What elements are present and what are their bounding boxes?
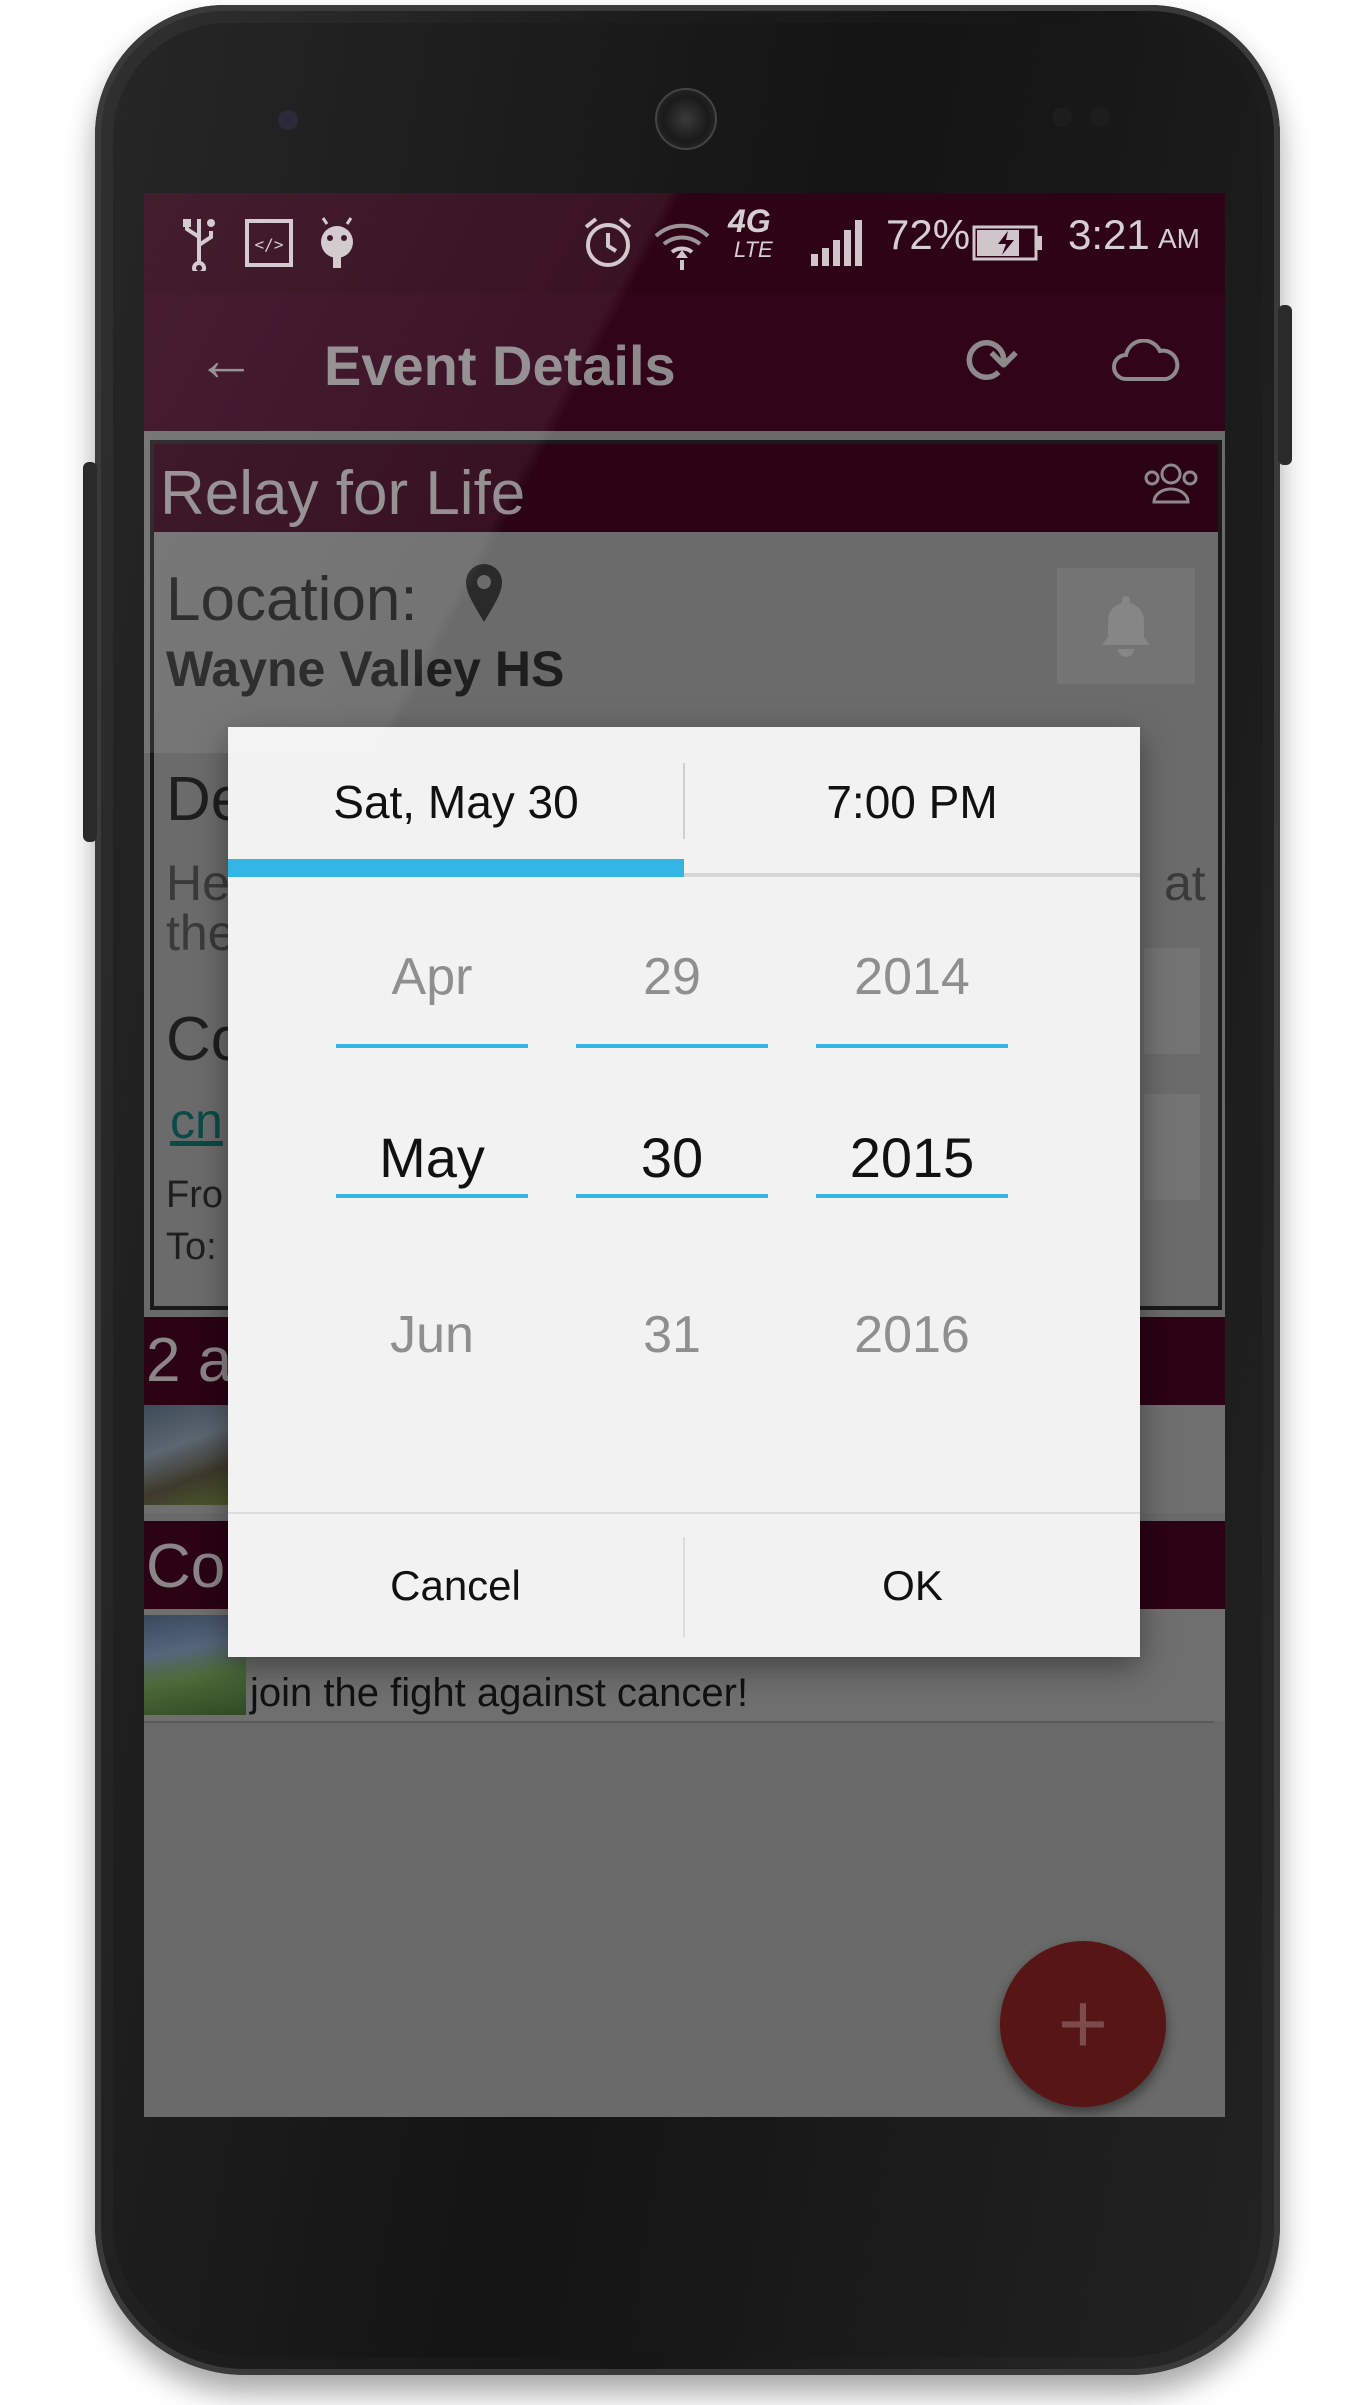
month-selection-bottom [336, 1194, 528, 1198]
cloud-icon[interactable] [1110, 338, 1182, 388]
attendee-photo [144, 1405, 228, 1505]
day-current[interactable]: 30 [576, 1125, 768, 1190]
event-name: Relay for Life [160, 459, 526, 528]
attendees-title: 2 a [146, 1326, 233, 1395]
year-current[interactable]: 2015 [816, 1125, 1008, 1190]
year-prev[interactable]: 2014 [816, 947, 1008, 1007]
month-current[interactable]: May [336, 1125, 528, 1190]
android-debug-icon [312, 213, 362, 273]
wifi-icon [652, 213, 712, 273]
comment-text: join the fight against cancer! [250, 1671, 749, 1715]
clock: 3:21 [1068, 211, 1150, 258]
cancel-button[interactable]: Cancel [228, 1514, 683, 1657]
network-subtype: LTE [734, 237, 773, 262]
card-action-button-2[interactable] [1144, 1094, 1200, 1200]
day-picker[interactable]: 29 30 31 [576, 907, 768, 1407]
clock-ampm: AM [1158, 223, 1200, 254]
location-pin-icon[interactable] [464, 562, 504, 629]
refresh-icon[interactable]: ⟳ [964, 323, 1019, 400]
back-arrow-icon[interactable]: ← [196, 325, 256, 394]
day-selection-top [576, 1044, 768, 1048]
month-selection-top [336, 1044, 528, 1048]
screen: </> 4G LTE 72% 3:21 AM ← Event Details ⟳ [144, 193, 1225, 2117]
usb-icon [174, 213, 224, 273]
day-prev[interactable]: 29 [576, 947, 768, 1007]
location-value: Wayne Valley HS [166, 641, 565, 697]
volume-button [83, 462, 97, 842]
ok-button[interactable]: OK [685, 1514, 1140, 1657]
battery-charging-icon [970, 213, 1046, 273]
front-camera [278, 110, 298, 130]
add-fab-button[interactable]: + [1000, 1941, 1166, 2107]
network-type: 4G [728, 203, 771, 239]
comment-divider [144, 1721, 1214, 1723]
day-selection-bottom [576, 1194, 768, 1198]
svg-text:</>: </> [255, 235, 284, 254]
notification-button[interactable] [1057, 568, 1195, 684]
light-sensor [1090, 107, 1110, 127]
to-label: To: [166, 1226, 217, 1268]
year-picker[interactable]: 2014 2015 2016 [816, 907, 1008, 1407]
day-next[interactable]: 31 [576, 1305, 768, 1365]
time-tab[interactable]: 7:00 PM [684, 727, 1140, 877]
month-prev[interactable]: Apr [336, 947, 528, 1007]
contact-link[interactable]: cn [170, 1092, 223, 1150]
description-text-end: at [1164, 855, 1206, 911]
date-tab[interactable]: Sat, May 30 [228, 727, 684, 877]
group-icon[interactable] [1142, 462, 1200, 509]
event-header: Relay for Life [154, 444, 1218, 532]
earpiece-speaker [655, 88, 717, 150]
month-picker[interactable]: Apr May Jun [336, 907, 528, 1407]
comments-title: Co [146, 1532, 226, 1601]
card-action-button-1[interactable] [1144, 948, 1200, 1054]
developer-mode-icon: </> [244, 213, 294, 273]
signal-icon [808, 213, 868, 273]
location-label: Location: [166, 565, 418, 634]
year-next[interactable]: 2016 [816, 1305, 1008, 1365]
bell-icon [1102, 596, 1150, 657]
description-text-line2: the [166, 905, 236, 961]
from-label: Fro [166, 1174, 223, 1216]
year-selection-top [816, 1044, 1008, 1048]
year-selection-bottom [816, 1194, 1008, 1198]
app-bar: ← Event Details ⟳ [144, 293, 1225, 431]
plus-icon: + [1057, 1975, 1109, 2072]
battery-percent: 72% [886, 211, 971, 258]
proximity-sensor [1052, 107, 1072, 127]
page-title: Event Details [324, 334, 676, 397]
status-bar: </> 4G LTE 72% 3:21 AM [144, 193, 1225, 293]
date-time-picker-dialog: Sat, May 30 7:00 PM Apr May Jun 29 30 31… [228, 727, 1140, 1657]
month-next[interactable]: Jun [336, 1305, 528, 1365]
tab-indicator [228, 859, 684, 877]
alarm-icon [578, 213, 638, 273]
power-button [1278, 305, 1292, 465]
